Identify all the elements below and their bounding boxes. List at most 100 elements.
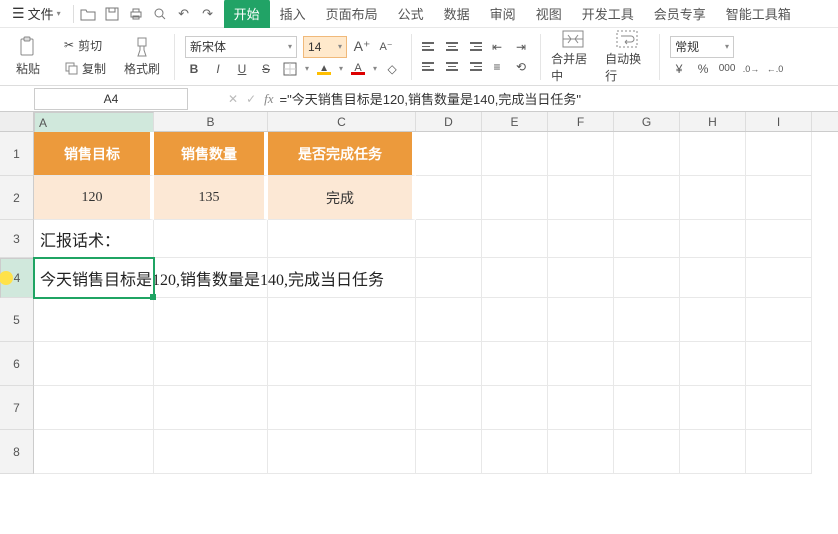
tab-smart-tools[interactable]: 智能工具箱 bbox=[716, 0, 801, 28]
cell-H5[interactable] bbox=[680, 298, 746, 342]
cell-H3[interactable] bbox=[680, 220, 746, 258]
cell-I1[interactable] bbox=[746, 132, 812, 176]
col-header-G[interactable]: G bbox=[614, 112, 680, 131]
row-header-7[interactable]: 7 bbox=[0, 386, 34, 430]
cell-A4[interactable]: 今天销售目标是120,销售数量是140,完成当日任务 bbox=[34, 258, 154, 298]
col-header-D[interactable]: D bbox=[416, 112, 482, 131]
row-header-5[interactable]: 5 bbox=[0, 298, 34, 342]
cell-B8[interactable] bbox=[154, 430, 268, 474]
cell-E3[interactable] bbox=[482, 220, 548, 258]
tab-page-layout[interactable]: 页面布局 bbox=[316, 0, 388, 28]
cell-D3[interactable] bbox=[416, 220, 482, 258]
cell-F8[interactable] bbox=[548, 430, 614, 474]
comma-icon[interactable]: 000 bbox=[718, 60, 736, 78]
cell-C6[interactable] bbox=[268, 342, 416, 386]
cell-B2[interactable]: 135 bbox=[154, 176, 268, 220]
underline-button[interactable]: U bbox=[233, 60, 251, 78]
cell-D4[interactable] bbox=[416, 258, 482, 298]
cell-D2[interactable] bbox=[416, 176, 482, 220]
cell-B6[interactable] bbox=[154, 342, 268, 386]
wrap-text-button[interactable]: 自动换行 bbox=[605, 32, 649, 82]
align-left-icon[interactable] bbox=[422, 60, 438, 74]
row-header-6[interactable]: 6 bbox=[0, 342, 34, 386]
border-button[interactable] bbox=[281, 60, 299, 78]
cell-G2[interactable] bbox=[614, 176, 680, 220]
redo-icon[interactable]: ↷ bbox=[200, 6, 216, 22]
indent-decrease-icon[interactable]: ⇤ bbox=[488, 38, 506, 56]
col-header-H[interactable]: H bbox=[680, 112, 746, 131]
cell-C7[interactable] bbox=[268, 386, 416, 430]
row-header-4[interactable]: 4 bbox=[0, 258, 34, 298]
cell-H6[interactable] bbox=[680, 342, 746, 386]
cell-B5[interactable] bbox=[154, 298, 268, 342]
col-header-B[interactable]: B bbox=[154, 112, 268, 131]
indent-increase-icon[interactable]: ⇥ bbox=[512, 38, 530, 56]
decrease-decimal-icon[interactable]: ←.0 bbox=[766, 60, 784, 78]
file-menu[interactable]: ☰ 文件 ▾ bbox=[6, 1, 67, 26]
cell-E1[interactable] bbox=[482, 132, 548, 176]
chevron-down-icon[interactable]: ▾ bbox=[339, 64, 343, 73]
open-icon[interactable] bbox=[80, 6, 96, 22]
col-header-E[interactable]: E bbox=[482, 112, 548, 131]
col-header-C[interactable]: C bbox=[268, 112, 416, 131]
save-icon[interactable] bbox=[104, 6, 120, 22]
cell-I6[interactable] bbox=[746, 342, 812, 386]
cell-F5[interactable] bbox=[548, 298, 614, 342]
cell-E8[interactable] bbox=[482, 430, 548, 474]
font-size-select[interactable]: 14▾ bbox=[303, 36, 347, 58]
cell-E4[interactable] bbox=[482, 258, 548, 298]
accept-formula-icon[interactable]: ✓ bbox=[246, 92, 256, 106]
cell-F3[interactable] bbox=[548, 220, 614, 258]
cell-G5[interactable] bbox=[614, 298, 680, 342]
cell-A2[interactable]: 120 bbox=[34, 176, 154, 220]
cell-B7[interactable] bbox=[154, 386, 268, 430]
chevron-down-icon[interactable]: ▾ bbox=[373, 64, 377, 73]
increase-decimal-icon[interactable]: .0→ bbox=[742, 60, 760, 78]
col-header-F[interactable]: F bbox=[548, 112, 614, 131]
justify-icon[interactable]: ≡ bbox=[488, 58, 506, 76]
increase-font-icon[interactable]: A⁺ bbox=[353, 38, 371, 56]
cell-E7[interactable] bbox=[482, 386, 548, 430]
print-icon[interactable] bbox=[128, 6, 144, 22]
font-color-button[interactable]: A bbox=[349, 60, 367, 78]
cell-G7[interactable] bbox=[614, 386, 680, 430]
cut-button[interactable]: ✂ 剪切 bbox=[60, 35, 110, 56]
cell-G1[interactable] bbox=[614, 132, 680, 176]
select-all-corner[interactable] bbox=[0, 112, 34, 131]
name-box[interactable]: A4 bbox=[34, 88, 188, 110]
cell-A6[interactable] bbox=[34, 342, 154, 386]
tab-home[interactable]: 开始 bbox=[224, 0, 270, 28]
col-header-I[interactable]: I bbox=[746, 112, 812, 131]
cell-C1[interactable]: 是否完成任务 bbox=[268, 132, 416, 176]
cell-A8[interactable] bbox=[34, 430, 154, 474]
cell-C2[interactable]: 完成 bbox=[268, 176, 416, 220]
cell-C3[interactable] bbox=[268, 220, 416, 258]
cell-H4[interactable] bbox=[680, 258, 746, 298]
tab-insert[interactable]: 插入 bbox=[270, 0, 316, 28]
align-right-icon[interactable] bbox=[466, 60, 482, 74]
copy-button[interactable]: 复制 bbox=[60, 58, 110, 79]
tab-data[interactable]: 数据 bbox=[434, 0, 480, 28]
cell-F4[interactable] bbox=[548, 258, 614, 298]
row-header-8[interactable]: 8 bbox=[0, 430, 34, 474]
align-bottom-icon[interactable] bbox=[466, 40, 482, 54]
col-header-A[interactable]: A bbox=[34, 112, 154, 134]
cell-A7[interactable] bbox=[34, 386, 154, 430]
bold-button[interactable]: B bbox=[185, 60, 203, 78]
cell-D7[interactable] bbox=[416, 386, 482, 430]
undo-icon[interactable]: ↶ bbox=[176, 6, 192, 22]
cell-C8[interactable] bbox=[268, 430, 416, 474]
row-header-2[interactable]: 2 bbox=[0, 176, 34, 220]
cell-G6[interactable] bbox=[614, 342, 680, 386]
cell-D6[interactable] bbox=[416, 342, 482, 386]
cell-C5[interactable] bbox=[268, 298, 416, 342]
row-header-3[interactable]: 3 bbox=[0, 220, 34, 258]
font-name-select[interactable]: 新宋体▾ bbox=[185, 36, 297, 58]
cell-G8[interactable] bbox=[614, 430, 680, 474]
cell-B3[interactable] bbox=[154, 220, 268, 258]
cell-D8[interactable] bbox=[416, 430, 482, 474]
cell-A3[interactable]: 汇报话术： bbox=[34, 220, 154, 258]
cell-I8[interactable] bbox=[746, 430, 812, 474]
cell-H7[interactable] bbox=[680, 386, 746, 430]
tab-developer[interactable]: 开发工具 bbox=[572, 0, 644, 28]
